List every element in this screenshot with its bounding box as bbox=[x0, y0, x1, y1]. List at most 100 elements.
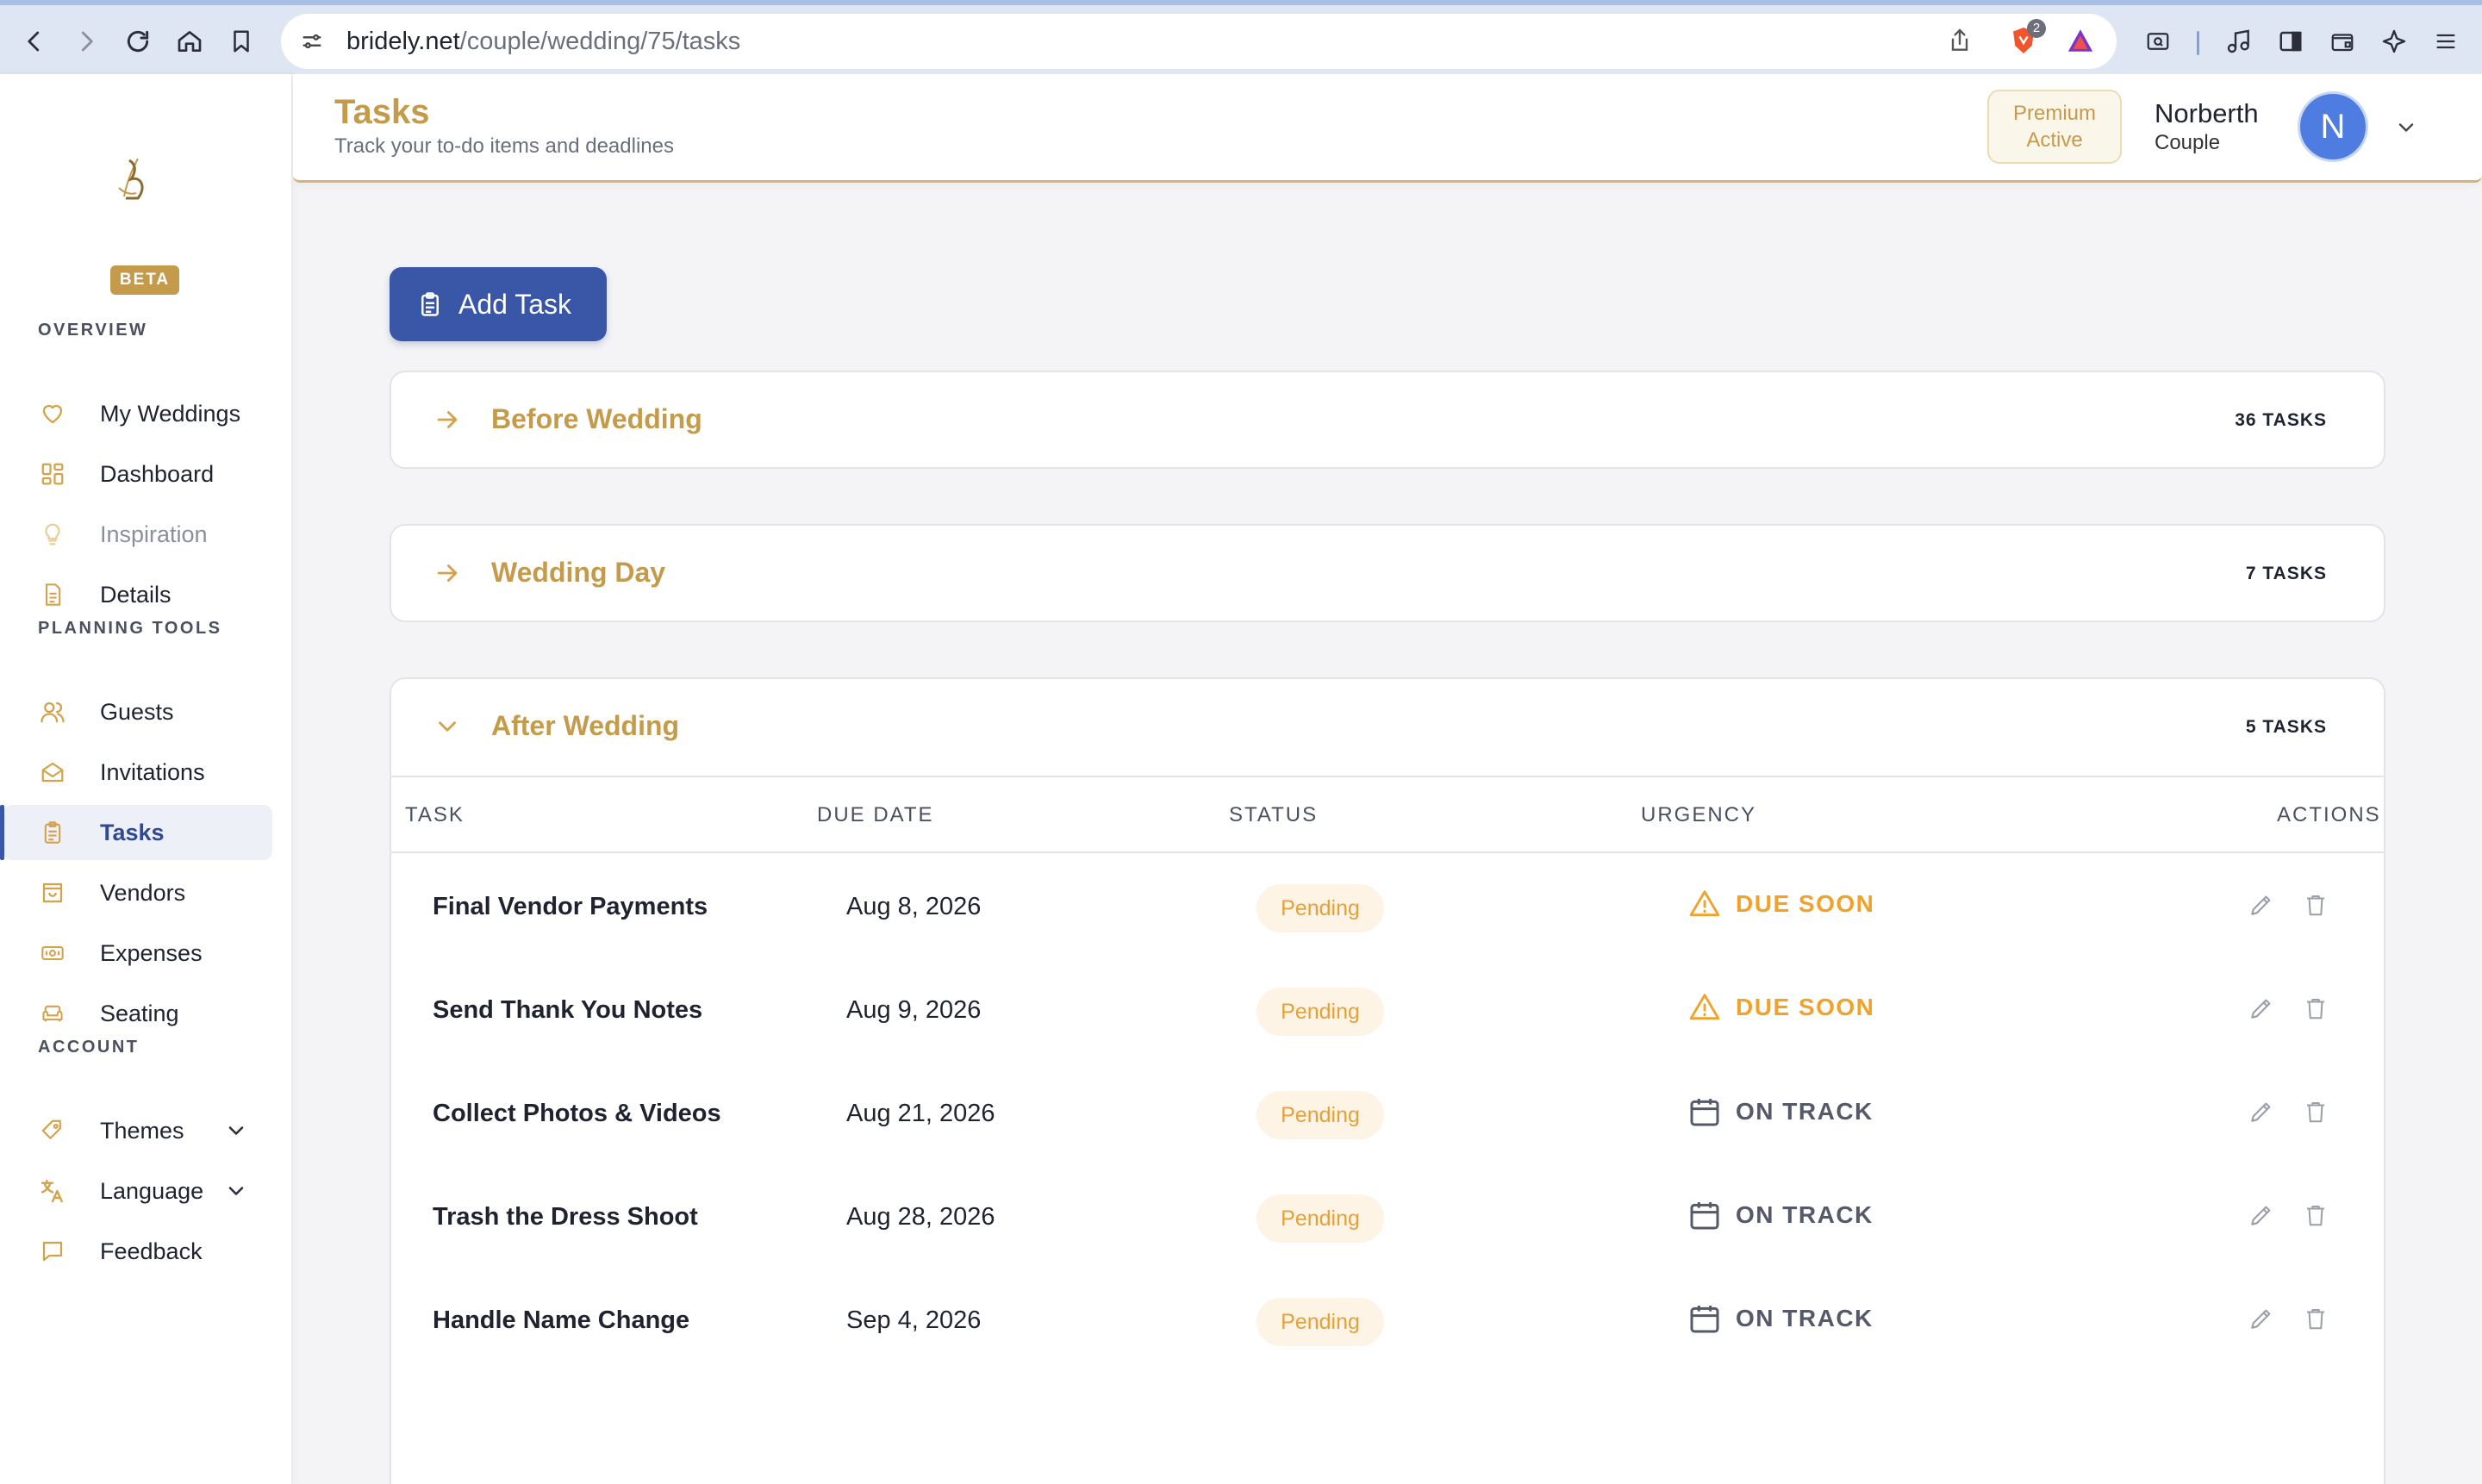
chevron-down-icon[interactable] bbox=[224, 1179, 248, 1203]
warning-icon bbox=[1689, 994, 1720, 1020]
arrow-right-icon bbox=[433, 558, 462, 588]
leo-ai-icon[interactable] bbox=[2375, 22, 2413, 60]
calendar-icon bbox=[1690, 1202, 1719, 1230]
calendar-icon bbox=[1690, 1099, 1719, 1126]
due-date: Aug 9, 2026 bbox=[846, 996, 982, 1024]
reader-icon[interactable] bbox=[2139, 22, 2177, 60]
sidebar-item-themes[interactable]: Themes bbox=[3, 1103, 272, 1158]
sofa-icon bbox=[38, 999, 67, 1028]
sidebar-item-label: My Weddings bbox=[100, 400, 241, 427]
trash-icon[interactable] bbox=[2303, 891, 2329, 919]
url-path: /couple/wedding/75/tasks bbox=[459, 28, 741, 55]
status-badge: Pending bbox=[1257, 884, 1384, 932]
trash-icon[interactable] bbox=[2303, 1305, 2329, 1332]
chat-icon bbox=[38, 1237, 67, 1266]
edit-icon[interactable] bbox=[2248, 891, 2275, 919]
sidebar-item-vendors[interactable]: Vendors bbox=[3, 865, 272, 920]
address-bar[interactable]: bridely.net/couple/wedding/75/tasks 2 bbox=[281, 14, 2117, 69]
users-icon bbox=[38, 697, 67, 726]
premium-label: Premium bbox=[2012, 102, 2096, 125]
sidebar-item-label: Tasks bbox=[100, 819, 165, 845]
section-account: ACCOUNT bbox=[38, 1038, 140, 1057]
column-header-task: TASK bbox=[405, 803, 465, 826]
edit-icon[interactable] bbox=[2248, 995, 2275, 1022]
edit-icon[interactable] bbox=[2248, 1305, 2275, 1332]
lightbulb-icon bbox=[38, 520, 67, 549]
urgency-indicator: ON TRACK bbox=[1687, 1198, 1874, 1232]
sidebar-item-language[interactable]: Language bbox=[3, 1163, 272, 1219]
trash-icon[interactable] bbox=[2303, 1098, 2329, 1125]
back-icon[interactable] bbox=[16, 22, 53, 60]
sidebar-item-label: Dashboard bbox=[100, 460, 215, 487]
premium-badge[interactable]: Premium Active bbox=[1987, 90, 2122, 164]
calendar-icon bbox=[1690, 1306, 1719, 1333]
music-icon[interactable] bbox=[2220, 22, 2258, 60]
beta-badge: BETA bbox=[110, 265, 179, 295]
sidebar-item-tasks[interactable]: Tasks bbox=[0, 805, 272, 860]
group-header[interactable]: After Wedding 5 TASKS bbox=[391, 679, 2384, 776]
arrow-right-icon bbox=[433, 405, 462, 434]
forward-icon[interactable] bbox=[67, 22, 105, 60]
reload-icon[interactable] bbox=[119, 22, 157, 60]
share-icon[interactable] bbox=[1946, 26, 1974, 55]
add-task-label: Add Task bbox=[458, 288, 572, 320]
group-header[interactable]: Wedding Day 7 TASKS bbox=[391, 526, 2384, 622]
rewards-icon[interactable] bbox=[2065, 26, 2096, 55]
chevron-down-icon[interactable] bbox=[2394, 115, 2418, 140]
url-text: bridely.net/couple/wedding/75/tasks bbox=[346, 28, 740, 56]
sidebar-item-inspiration[interactable]: Inspiration bbox=[3, 507, 272, 562]
chevron-down-icon[interactable] bbox=[224, 1119, 248, 1143]
task-group-after-wedding: After Wedding 5 TASKS TASK DUE DATE STAT… bbox=[390, 677, 2385, 1484]
column-header-actions: ACTIONS bbox=[2277, 803, 2381, 826]
brave-shield-icon[interactable]: 2 bbox=[2008, 19, 2046, 57]
trash-icon[interactable] bbox=[2303, 995, 2329, 1022]
edit-icon[interactable] bbox=[2248, 1098, 2275, 1125]
status-badge: Pending bbox=[1257, 1298, 1384, 1346]
add-task-button[interactable]: Add Task bbox=[390, 267, 607, 341]
sidebar-toggle-icon[interactable] bbox=[2272, 22, 2310, 60]
task-group-wedding-day: Wedding Day 7 TASKS bbox=[390, 524, 2385, 622]
user-name: Norberth bbox=[2155, 98, 2259, 128]
app-logo[interactable] bbox=[112, 153, 160, 209]
sidebar-item-dashboard[interactable]: Dashboard bbox=[3, 446, 272, 502]
page-subtitle: Track your to-do items and deadlines bbox=[334, 134, 674, 158]
bookmark-icon[interactable] bbox=[222, 22, 260, 60]
sidebar-item-label: Details bbox=[100, 581, 171, 608]
table-row: Collect Photos & Videos Aug 21, 2026 Pen… bbox=[391, 1062, 2384, 1165]
sidebar-item-seating[interactable]: Seating bbox=[3, 986, 272, 1041]
task-name: Send Thank You Notes bbox=[433, 996, 703, 1024]
urgency-label: ON TRACK bbox=[1736, 1201, 1874, 1228]
section-overview: OVERVIEW bbox=[38, 321, 148, 340]
trash-icon[interactable] bbox=[2303, 1201, 2329, 1229]
status-badge: Pending bbox=[1257, 1194, 1384, 1243]
avatar[interactable]: N bbox=[2298, 91, 2368, 162]
sidebar-item-feedback[interactable]: Feedback bbox=[3, 1224, 272, 1279]
task-name: Final Vendor Payments bbox=[433, 893, 708, 920]
group-title: Before Wedding bbox=[491, 403, 702, 434]
user-role: Couple bbox=[2155, 131, 2221, 154]
group-title: Wedding Day bbox=[491, 557, 666, 588]
table-row: Send Thank You Notes Aug 9, 2026 Pending… bbox=[391, 958, 2384, 1062]
sidebar-item-label: Inspiration bbox=[100, 521, 208, 547]
url-domain: bridely.net bbox=[346, 28, 460, 55]
home-icon[interactable] bbox=[171, 22, 209, 60]
sidebar-item-my-weddings[interactable]: My Weddings bbox=[3, 386, 272, 441]
edit-icon[interactable] bbox=[2248, 1201, 2275, 1229]
sidebar-item-expenses[interactable]: Expenses bbox=[3, 926, 272, 981]
group-header[interactable]: Before Wedding 36 TASKS bbox=[391, 372, 2384, 469]
sidebar-item-details[interactable]: Details bbox=[3, 567, 272, 622]
site-settings-icon[interactable] bbox=[300, 29, 324, 53]
sidebar-item-invitations[interactable]: Invitations bbox=[3, 745, 272, 800]
column-header-status: STATUS bbox=[1229, 803, 1319, 826]
wallet-icon[interactable] bbox=[2323, 22, 2361, 60]
sidebar-item-label: Invitations bbox=[100, 758, 205, 785]
sidebar-item-guests[interactable]: Guests bbox=[3, 684, 272, 739]
urgency-indicator: ON TRACK bbox=[1687, 1094, 1874, 1129]
status-badge: Pending bbox=[1257, 1091, 1384, 1139]
menu-icon[interactable] bbox=[2427, 22, 2465, 60]
due-date: Aug 21, 2026 bbox=[846, 1100, 995, 1127]
toolbar-divider bbox=[2197, 31, 2199, 55]
heart-icon bbox=[38, 399, 67, 428]
money-icon bbox=[38, 938, 67, 968]
page-title: Tasks bbox=[334, 93, 430, 131]
